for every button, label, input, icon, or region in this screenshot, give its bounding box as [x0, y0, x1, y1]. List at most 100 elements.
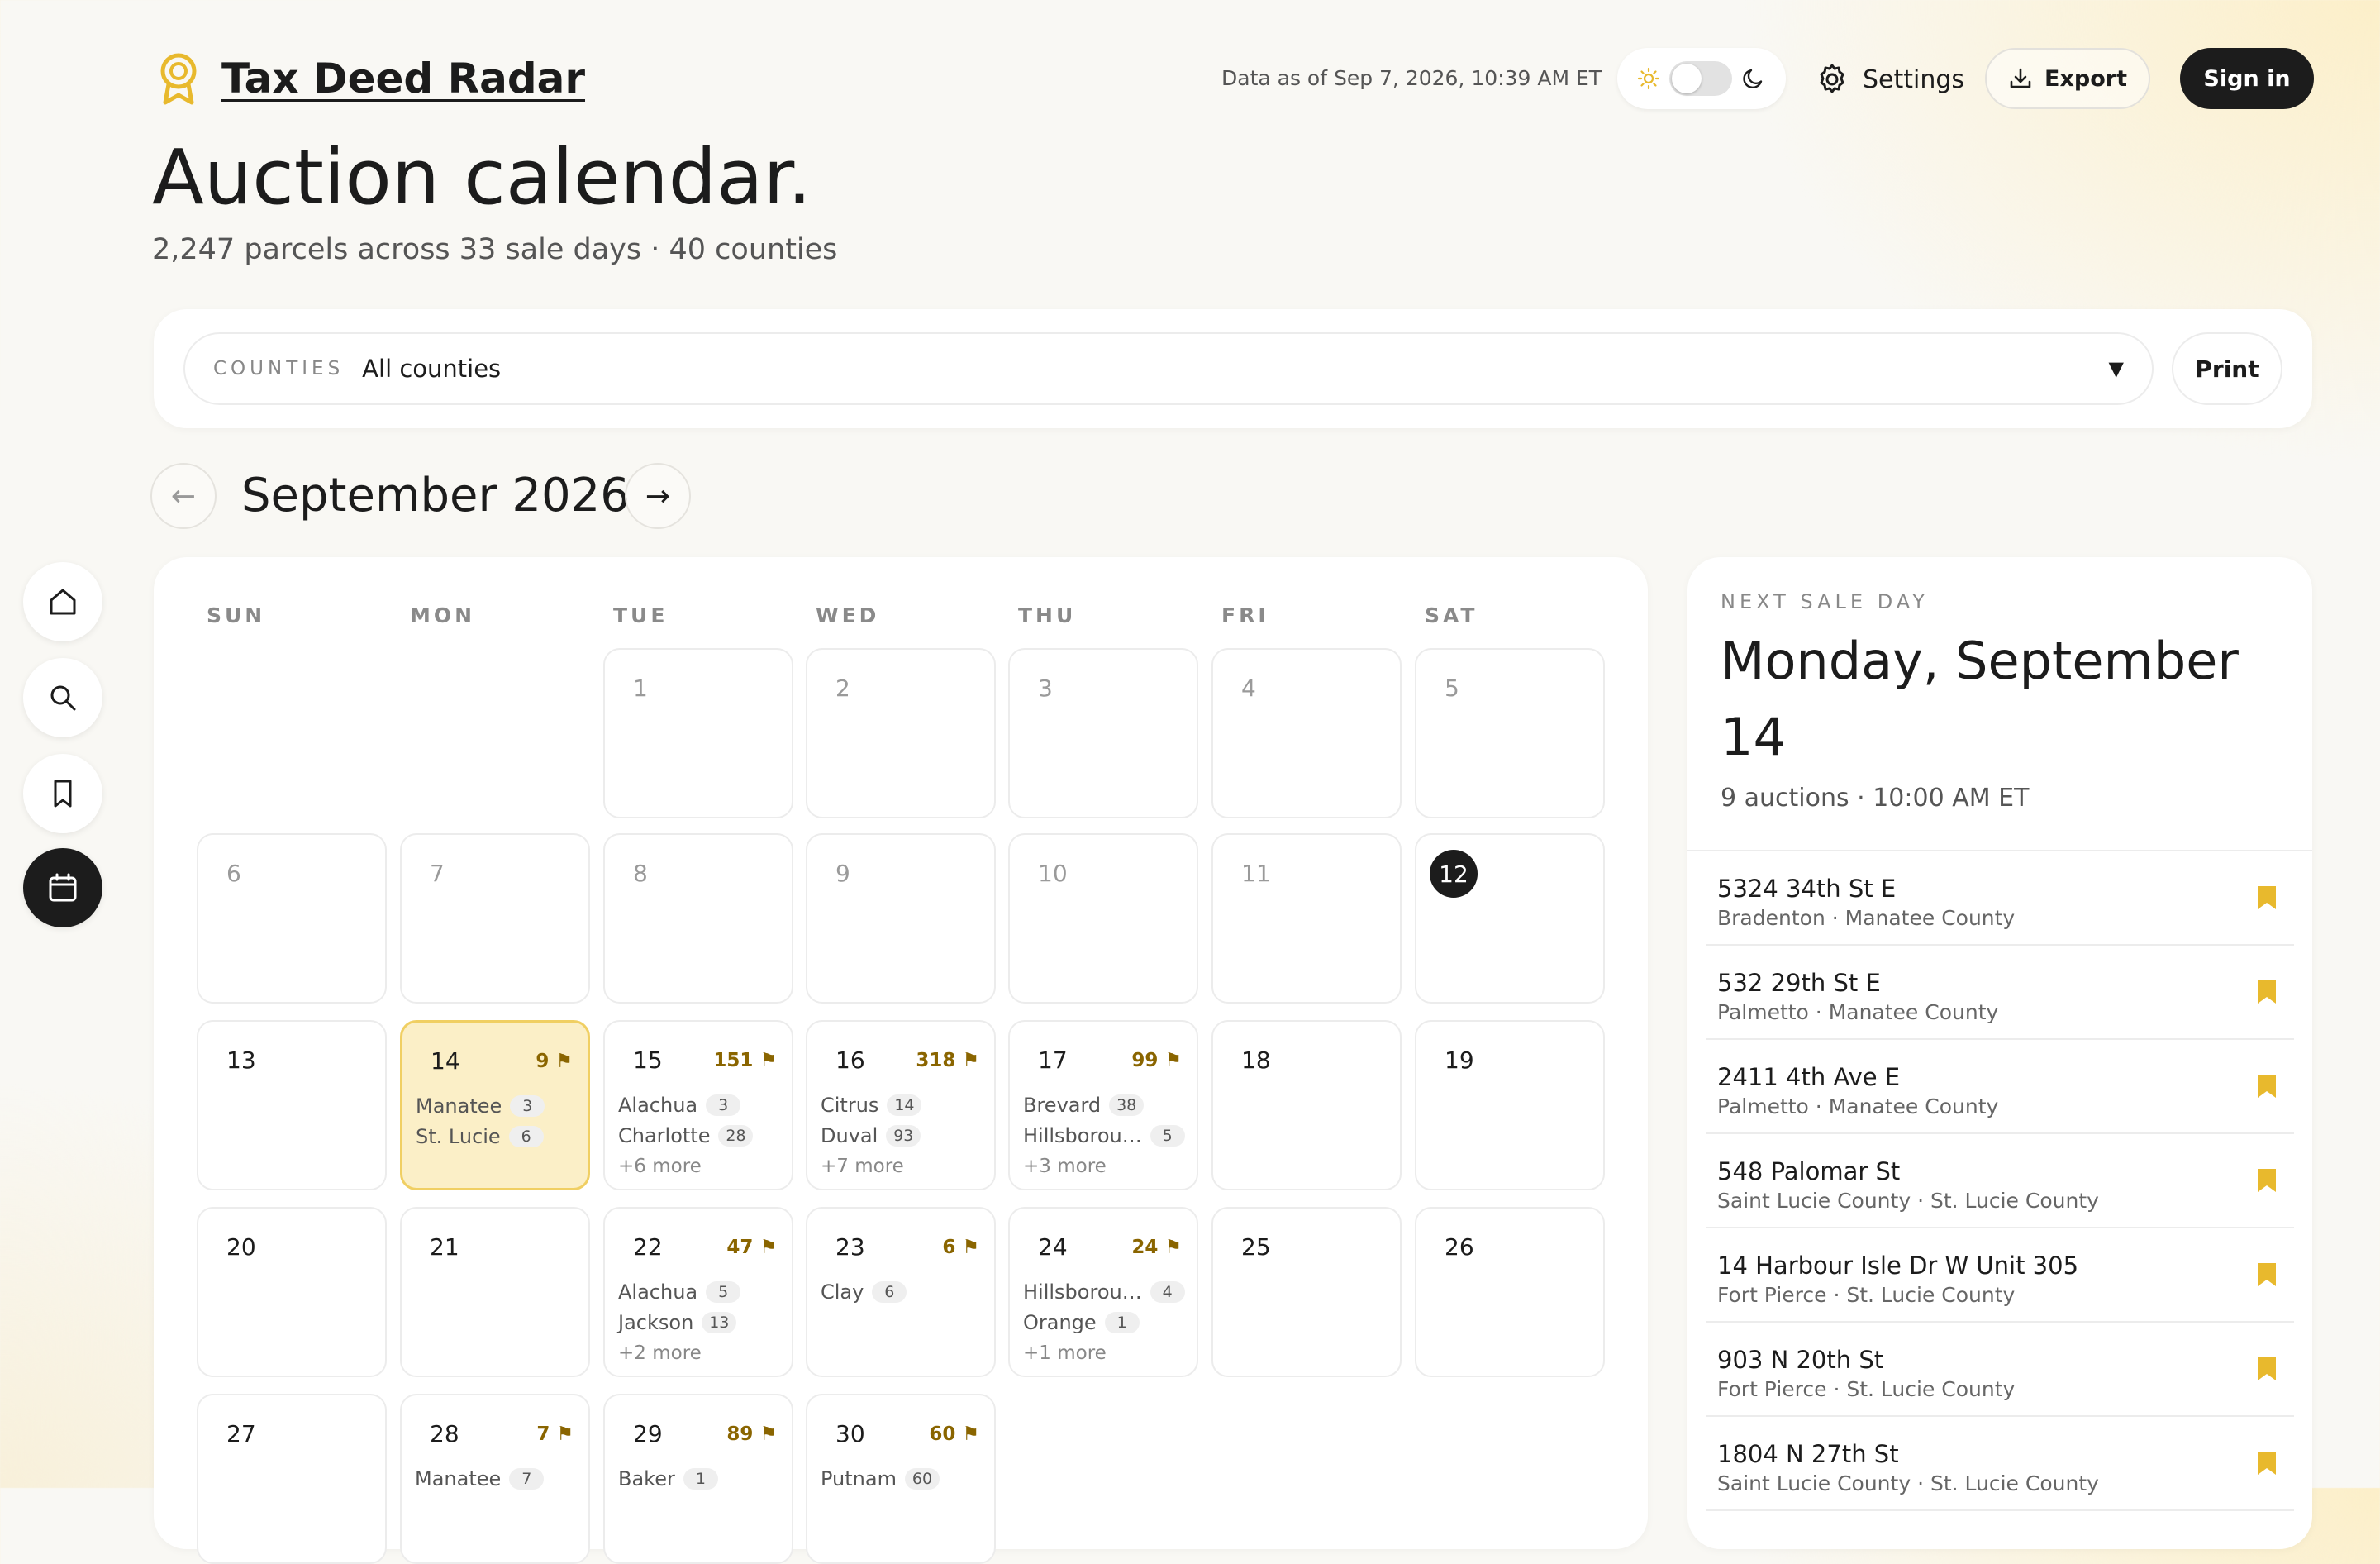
day-number: 10 [1038, 860, 1068, 887]
calendar-day-18[interactable]: 18 [1211, 1020, 1402, 1190]
county-line: Jackson 13 [618, 1307, 783, 1338]
county-list: Brevard 38 Hillsborou… 5 +3 more [1023, 1090, 1188, 1182]
calendar-day-8[interactable]: 8 [603, 833, 793, 1004]
bookmark-icon[interactable] [2256, 979, 2278, 1008]
calendar-day-30[interactable]: 30 60 ⚑ Putnam 60 [806, 1394, 996, 1564]
calendar-day-12[interactable]: 12 [1415, 833, 1605, 1004]
county-name: Duval [821, 1123, 878, 1147]
county-list: Citrus 14 Duval 93 +7 more [821, 1090, 986, 1182]
more-counties-link[interactable]: +3 more [1023, 1151, 1188, 1182]
month-title: September 2026 [241, 469, 630, 522]
county-count-badge: 60 [904, 1467, 940, 1490]
calendar-day-6[interactable]: 6 [197, 833, 387, 1004]
calendar-day-22[interactable]: 22 47 ⚑ Alachua 5 Jackson 13 +2 more [603, 1207, 793, 1377]
parcel-list-item[interactable]: 14 Harbour Isle Dr W Unit 305 Fort Pierce… [1706, 1228, 2294, 1323]
more-counties-link[interactable]: +6 more [618, 1151, 783, 1182]
next-month-button[interactable]: → [625, 463, 691, 529]
county-name: Jackson [618, 1310, 694, 1334]
day-number: 26 [1445, 1233, 1474, 1261]
calendar-day-5[interactable]: 5 [1415, 648, 1605, 818]
day-number: 21 [430, 1233, 459, 1261]
calendar-day-14[interactable]: 14 9 ⚑ Manatee 3 St. Lucie 6 [400, 1020, 590, 1190]
calendar-day-9[interactable]: 9 [806, 833, 996, 1004]
day-number: 28 [430, 1420, 459, 1447]
calendar-day-11[interactable]: 11 [1211, 833, 1402, 1004]
county-count-badge: 13 [702, 1311, 737, 1333]
bookmark-icon[interactable] [2256, 1167, 2278, 1197]
county-list: Hillsborou… 4 Orange 1 +1 more [1023, 1276, 1188, 1369]
parcel-address: 14 Harbour Isle Dr W Unit 305 [1717, 1252, 2079, 1280]
calendar-day-4[interactable]: 4 [1211, 648, 1402, 818]
calendar-day-3[interactable]: 3 [1008, 648, 1198, 818]
parcel-list-item[interactable]: 5324 34th St E Bradenton · Manatee County [1706, 851, 2294, 946]
calendar-day-15[interactable]: 15 151 ⚑ Alachua 3 Charlotte 28 +6 more [603, 1020, 793, 1190]
parcel-list-item[interactable]: 1804 N 27th St Saint Lucie County · St. L… [1706, 1417, 2294, 1511]
bookmark-icon[interactable] [2256, 1356, 2278, 1385]
rail-search-button[interactable] [23, 658, 102, 737]
calendar-day-1[interactable]: 1 [603, 648, 793, 818]
day-number: 6 [226, 860, 241, 887]
calendar-day-19[interactable]: 19 [1415, 1020, 1605, 1190]
settings-button[interactable]: Settings [1815, 56, 1964, 103]
data-timestamp: Data as of Sep 7, 2026, 10:39 AM ET [1221, 66, 1602, 90]
calendar-day-27[interactable]: 27 [197, 1394, 387, 1564]
calendar-day-29[interactable]: 29 89 ⚑ Baker 1 [603, 1394, 793, 1564]
more-counties-link[interactable]: +1 more [1023, 1338, 1188, 1369]
county-line: Clay 6 [821, 1276, 986, 1307]
theme-switch[interactable] [1669, 61, 1732, 96]
calendar-day-2[interactable]: 2 [806, 648, 996, 818]
county-count-badge: 3 [510, 1094, 545, 1117]
parcel-list-item[interactable]: 532 29th St E Palmetto · Manatee County [1706, 946, 2294, 1040]
calendar-day-7[interactable]: 7 [400, 833, 590, 1004]
print-button[interactable]: Print [2172, 332, 2282, 405]
county-select[interactable]: COUNTIES All counties ▼ [183, 332, 2154, 405]
more-counties-link[interactable]: +2 more [618, 1338, 783, 1369]
county-line: Duval 93 [821, 1120, 986, 1151]
brand-title[interactable]: Tax Deed Radar [221, 55, 585, 103]
parcel-list-item[interactable]: 2411 4th Ave E Palmetto · Manatee County [1706, 1040, 2294, 1134]
brand[interactable]: Tax Deed Radar [157, 50, 585, 107]
bookmark-icon[interactable] [2256, 1450, 2278, 1480]
bookmark-icon[interactable] [2256, 885, 2278, 914]
weekday-header: TUE [613, 603, 669, 627]
sign-in-button[interactable]: Sign in [2180, 48, 2314, 109]
day-number: 1 [633, 675, 648, 702]
parcel-count-badge: 24 ⚑ [1131, 1237, 1182, 1258]
theme-toggle[interactable] [1617, 48, 1786, 109]
more-counties-link[interactable]: +7 more [821, 1151, 986, 1182]
county-line: Manatee 7 [415, 1463, 580, 1494]
day-number: 11 [1241, 860, 1271, 887]
parcel-count-badge: 151 ⚑ [713, 1050, 777, 1071]
calendar-day-23[interactable]: 23 6 ⚑ Clay 6 [806, 1207, 996, 1377]
calendar-day-21[interactable]: 21 [400, 1207, 590, 1377]
calendar-day-24[interactable]: 24 24 ⚑ Hillsborou… 4 Orange 1 +1 more [1008, 1207, 1198, 1377]
county-name: Manatee [415, 1466, 502, 1490]
rail-calendar-button[interactable] [23, 848, 102, 927]
next-sale-title: Monday, September 14 [1721, 631, 2239, 767]
calendar-day-26[interactable]: 26 [1415, 1207, 1605, 1377]
calendar-day-13[interactable]: 13 [197, 1020, 387, 1190]
county-name: Alachua [618, 1093, 698, 1117]
weekday-header: WED [816, 603, 880, 627]
next-sale-kicker: NEXT SALE DAY [1721, 590, 1929, 613]
bookmark-icon[interactable] [2256, 1073, 2278, 1103]
calendar-day-25[interactable]: 25 [1211, 1207, 1402, 1377]
calendar-day-20[interactable]: 20 [197, 1207, 387, 1377]
calendar-day-16[interactable]: 16 318 ⚑ Citrus 14 Duval 93 +7 more [806, 1020, 996, 1190]
rail-saved-button[interactable] [23, 754, 102, 833]
next-sale-meta: 9 auctions · 10:00 AM ET [1721, 784, 2030, 813]
calendar-day-17[interactable]: 17 99 ⚑ Brevard 38 Hillsborou… 5 +3 more [1008, 1020, 1198, 1190]
export-button[interactable]: Export [1985, 48, 2150, 109]
prev-month-button[interactable]: ← [150, 463, 217, 529]
parcel-list-item[interactable]: 903 N 20th St Fort Pierce · St. Lucie Cou… [1706, 1323, 2294, 1417]
bookmark-icon[interactable] [2256, 1261, 2278, 1291]
county-line: Hillsborou… 5 [1023, 1120, 1188, 1151]
day-number: 29 [633, 1420, 663, 1447]
calendar-day-10[interactable]: 10 [1008, 833, 1198, 1004]
rail-home-button[interactable] [23, 562, 102, 641]
calendar-card: SUN MON TUE WED THU FRI SAT 1 2 3 4 5 6 7 8 9 10 11 12 13 1… [154, 557, 1648, 1564]
calendar-day-28[interactable]: 28 7 ⚑ Manatee 7 [400, 1394, 590, 1564]
day-number: 16 [835, 1047, 865, 1074]
parcel-list-item[interactable]: 548 Palomar St Saint Lucie County · St. L… [1706, 1134, 2294, 1228]
parcel-count-badge: 99 ⚑ [1131, 1050, 1182, 1071]
